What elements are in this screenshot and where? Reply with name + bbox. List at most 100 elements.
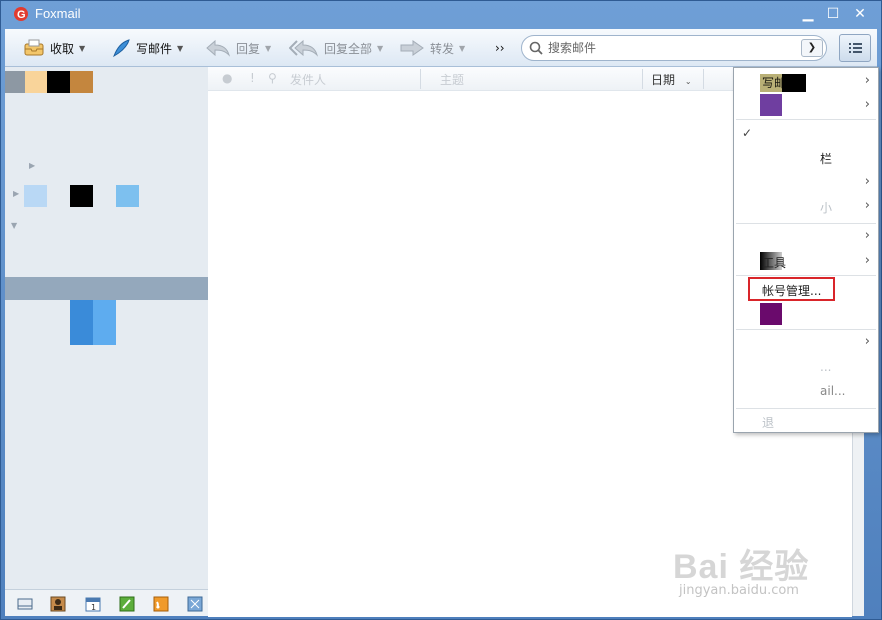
list-menu-icon bbox=[849, 43, 862, 53]
column-divider[interactable] bbox=[703, 69, 704, 89]
mosaic-tile bbox=[70, 71, 93, 93]
menu-label: ... bbox=[820, 360, 832, 374]
reply-label: 回复 bbox=[236, 41, 261, 56]
receive-label: 收取 bbox=[50, 41, 75, 56]
forward-label: 转发 bbox=[430, 41, 455, 56]
chevron-down-icon: ▼ bbox=[377, 43, 384, 53]
menu-divider bbox=[736, 329, 876, 330]
col-subject-header[interactable]: 主题 bbox=[440, 71, 464, 88]
column-divider[interactable] bbox=[642, 69, 643, 89]
menu-item-size[interactable]: 小 › bbox=[734, 195, 878, 219]
calendar-module-icon[interactable]: 1 bbox=[85, 596, 101, 612]
mosaic-tile bbox=[5, 71, 25, 93]
menu-label: 退 bbox=[762, 416, 775, 430]
apps-module-icon[interactable] bbox=[187, 596, 203, 612]
inbox-tray-icon bbox=[24, 39, 44, 56]
forward-arrow-icon bbox=[400, 40, 424, 56]
notes-module-icon[interactable] bbox=[119, 596, 135, 612]
menu-label: 栏 bbox=[820, 152, 833, 166]
compose-label: 写邮件 bbox=[136, 41, 173, 56]
menu-item-7[interactable]: › bbox=[734, 225, 878, 249]
menu-item-5[interactable]: › bbox=[734, 171, 878, 195]
menu-item-10[interactable] bbox=[734, 303, 878, 327]
rss-module-icon[interactable] bbox=[153, 596, 169, 612]
reply-all-button[interactable]: 回复全部 ▼ bbox=[289, 37, 383, 59]
reply-arrow-icon bbox=[206, 39, 231, 57]
contacts-module-icon[interactable] bbox=[50, 596, 66, 612]
menu-item-toolbar[interactable]: 栏 bbox=[734, 146, 878, 170]
mosaic-tile bbox=[760, 303, 782, 325]
more-tools-button[interactable]: ›› bbox=[495, 37, 505, 59]
menu-item-12[interactable]: ... bbox=[734, 356, 878, 380]
col-from-header[interactable]: 发件人 bbox=[290, 71, 326, 88]
reply-all-arrow-icon bbox=[289, 39, 319, 57]
search-icon bbox=[529, 41, 543, 55]
feather-pen-icon bbox=[113, 39, 130, 58]
mosaic-tile bbox=[24, 185, 47, 207]
baidu-watermark: Bai 经验 jingyan.baidu.com bbox=[673, 539, 843, 603]
date-label: 日期 bbox=[651, 73, 676, 87]
col-date-header[interactable]: 日期 ⌄ bbox=[651, 71, 692, 88]
menu-item-tools[interactable]: 工具 › bbox=[734, 250, 878, 274]
menu-label: 工具 bbox=[762, 256, 787, 270]
search-input[interactable] bbox=[548, 39, 788, 57]
compose-button[interactable]: 写邮件 ▼ bbox=[111, 37, 183, 59]
col-flag-icon[interactable]: ● bbox=[222, 71, 232, 85]
maximize-button[interactable]: ☐ bbox=[824, 6, 842, 22]
forward-button[interactable]: 转发 ▼ bbox=[399, 37, 465, 59]
mosaic-tile bbox=[70, 185, 93, 207]
menu-label: 小 bbox=[820, 201, 833, 215]
annotation-highlight-box bbox=[748, 277, 835, 301]
mail-module-icon[interactable] bbox=[17, 596, 33, 612]
menu-divider bbox=[736, 223, 876, 224]
svg-text:G: G bbox=[17, 9, 26, 21]
chevron-down-icon: ▼ bbox=[459, 43, 466, 53]
minimize-button[interactable]: ▁ bbox=[799, 6, 817, 22]
chevron-right-icon: › bbox=[864, 198, 870, 213]
watermark-url: jingyan.baidu.com bbox=[679, 583, 799, 598]
mosaic-tile bbox=[760, 94, 782, 116]
chevron-right-icon: › bbox=[864, 228, 870, 243]
selected-folder-row[interactable] bbox=[5, 277, 208, 300]
more-label: ›› bbox=[495, 41, 505, 55]
tree-expand-icon[interactable]: ▶ bbox=[29, 161, 35, 170]
main-dropdown-menu: 写邮件 › › ✓ 栏 › 小 › › 工具 › 帐号管理... › ... a… bbox=[733, 67, 879, 433]
chevron-down-icon: ▼ bbox=[79, 43, 86, 53]
menu-divider bbox=[736, 275, 876, 276]
search-box: ❯ bbox=[521, 35, 827, 61]
menu-item-11[interactable]: › bbox=[734, 331, 878, 355]
app-title: Foxmail bbox=[35, 6, 81, 21]
menu-divider bbox=[736, 408, 876, 409]
mosaic-tile bbox=[93, 300, 116, 345]
chevron-right-icon: › bbox=[864, 73, 870, 88]
reply-all-label: 回复全部 bbox=[324, 41, 373, 56]
chevron-down-icon: ▼ bbox=[265, 43, 272, 53]
col-priority-icon[interactable]: ! bbox=[250, 71, 255, 85]
menu-item-about[interactable]: ail... bbox=[734, 380, 878, 404]
mosaic-tile bbox=[70, 300, 93, 345]
chevron-down-icon: ▼ bbox=[177, 43, 184, 53]
col-attachment-icon[interactable]: ⚲ bbox=[268, 71, 277, 85]
chevron-right-icon: › bbox=[864, 97, 870, 112]
vertical-scrollbar[interactable] bbox=[852, 431, 864, 616]
svg-text:1: 1 bbox=[91, 603, 96, 612]
receive-button[interactable]: 收取 ▼ bbox=[23, 37, 85, 59]
menu-label: ail... bbox=[820, 384, 846, 398]
search-options-chevron-icon[interactable]: ❯ bbox=[801, 39, 823, 57]
main-toolbar: 收取 ▼ 写邮件 ▼ 回复 ▼ 回复全部 ▼ 转发 ▼ ›› 搜索邮件 ❯ bbox=[5, 29, 877, 67]
menu-item-compose[interactable]: 写邮件 › bbox=[734, 70, 878, 94]
main-menu-button[interactable] bbox=[839, 34, 871, 62]
tree-collapse-icon[interactable]: ▼ bbox=[11, 221, 17, 230]
menu-divider bbox=[736, 119, 876, 120]
column-divider[interactable] bbox=[420, 69, 421, 89]
menu-item-2[interactable]: › bbox=[734, 94, 878, 118]
close-button[interactable]: ✕ bbox=[851, 6, 869, 22]
mosaic-tile bbox=[116, 185, 139, 207]
module-switcher: 1 bbox=[5, 589, 214, 616]
reply-button[interactable]: 回复 ▼ bbox=[205, 37, 271, 59]
menu-item-exit[interactable]: 退 bbox=[734, 410, 878, 434]
menu-item-checked[interactable]: ✓ bbox=[734, 122, 878, 146]
tree-expand-icon[interactable]: ▶ bbox=[13, 189, 19, 198]
chevron-right-icon: › bbox=[864, 174, 870, 189]
watermark-text: Bai 经验 bbox=[673, 548, 810, 586]
